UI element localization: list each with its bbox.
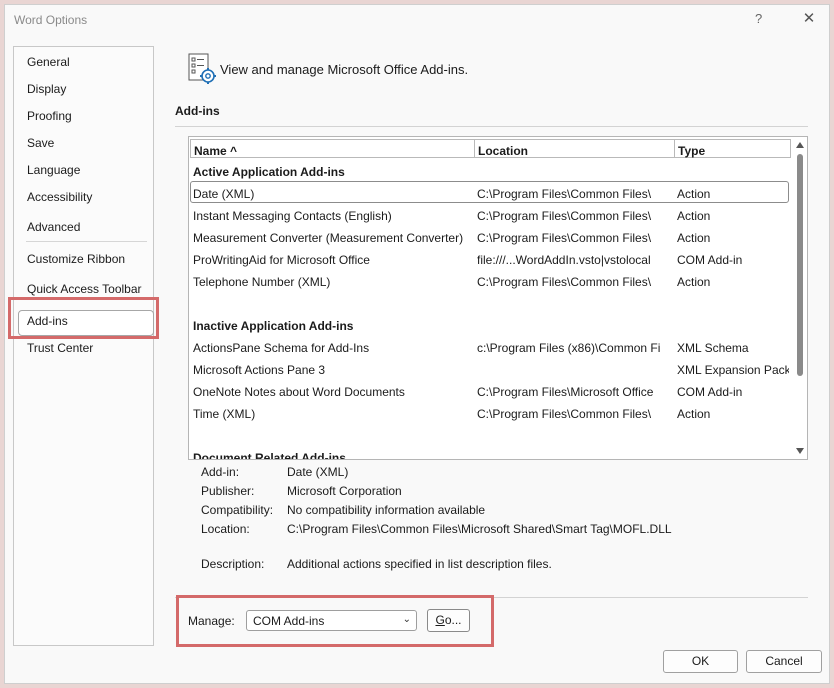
cell-type: XML Schema bbox=[677, 341, 749, 355]
nav-item-advanced[interactable]: Advanced bbox=[27, 220, 80, 234]
cell-type: Action bbox=[677, 407, 711, 421]
nav-item-proofing[interactable]: Proofing bbox=[27, 109, 72, 123]
cell-location: C:\Program Files\Microsoft Office bbox=[477, 385, 654, 399]
cell-name: Time (XML) bbox=[193, 407, 256, 421]
cell-location: C:\Program Files\Common Files\ bbox=[477, 187, 652, 201]
ok-button[interactable]: OK bbox=[663, 650, 738, 673]
nav-item-trust-center[interactable]: Trust Center bbox=[27, 341, 93, 355]
addins-gear-icon bbox=[188, 53, 218, 85]
nav-item-customize-ribbon[interactable]: Customize Ribbon bbox=[27, 252, 125, 266]
cell-type: Action bbox=[677, 187, 711, 201]
nav-divider bbox=[26, 241, 147, 242]
detail-value-location: C:\Program Files\Common Files\Microsoft … bbox=[287, 522, 672, 536]
group-label: Active Application Add-ins bbox=[193, 165, 345, 179]
cell-location: C:\Program Files\Common Files\ bbox=[477, 209, 652, 223]
help-icon[interactable]: ? bbox=[755, 11, 762, 26]
cell-name: Telephone Number (XML) bbox=[193, 275, 331, 289]
group-header-document: Document Related Add-ins bbox=[189, 447, 789, 460]
cell-location: C:\Program Files\Common Files\ bbox=[477, 231, 652, 245]
table-row[interactable]: Microsoft Actions Pane 3 XML Expansion P… bbox=[189, 359, 789, 379]
detail-label: Compatibility: bbox=[201, 503, 274, 517]
window-title: Word Options bbox=[14, 13, 88, 27]
scroll-down-arrow-icon[interactable] bbox=[796, 448, 804, 454]
nav-item-quick-access-toolbar[interactable]: Quick Access Toolbar bbox=[27, 282, 142, 296]
column-header-location[interactable]: Location bbox=[474, 139, 675, 158]
header-text: View and manage Microsoft Office Add-ins… bbox=[220, 62, 469, 77]
detail-value-publisher: Microsoft Corporation bbox=[287, 484, 402, 498]
section-divider bbox=[175, 126, 808, 127]
cell-type: XML Expansion Pack bbox=[677, 363, 789, 377]
nav-item-display[interactable]: Display bbox=[27, 82, 66, 96]
group-header-active: Active Application Add-ins bbox=[189, 161, 789, 181]
table-row[interactable]: Time (XML) C:\Program Files\Common Files… bbox=[189, 403, 789, 423]
detail-value-description: Additional actions specified in list des… bbox=[287, 557, 552, 571]
table-row[interactable]: ProWritingAid for Microsoft Office file:… bbox=[189, 249, 789, 269]
table-row[interactable]: Telephone Number (XML) C:\Program Files\… bbox=[189, 271, 789, 291]
cell-name: Date (XML) bbox=[193, 187, 255, 201]
cancel-button[interactable]: Cancel bbox=[746, 650, 822, 673]
detail-label: Publisher: bbox=[201, 484, 255, 498]
cell-location: c:\Program Files (x86)\Common Fi bbox=[477, 341, 661, 355]
scrollbar-thumb[interactable] bbox=[797, 154, 803, 376]
group-label: Document Related Add-ins bbox=[193, 451, 346, 460]
cell-type: Action bbox=[677, 275, 711, 289]
column-header-name[interactable]: Name ^ bbox=[190, 139, 475, 158]
group-header-inactive: Inactive Application Add-ins bbox=[189, 315, 789, 335]
manage-highlight bbox=[176, 595, 494, 647]
detail-value-addin: Date (XML) bbox=[287, 465, 349, 479]
add-ins-highlight bbox=[8, 297, 159, 339]
cell-name: Instant Messaging Contacts (English) bbox=[193, 209, 392, 223]
section-title: Add-ins bbox=[175, 104, 220, 118]
word-options-dialog: Word Options ? ✕ General Display Proofin… bbox=[4, 4, 830, 684]
table-row[interactable]: Date (XML) C:\Program Files\Common Files… bbox=[189, 183, 789, 203]
cell-location: C:\Program Files\Common Files\ bbox=[477, 407, 652, 421]
cell-name: ProWritingAid for Microsoft Office bbox=[193, 253, 370, 267]
table-row[interactable]: Measurement Converter (Measurement Conve… bbox=[189, 227, 789, 247]
options-nav: General Display Proofing Save Language A… bbox=[13, 46, 154, 646]
cell-type: COM Add-in bbox=[677, 385, 743, 399]
cell-type: Action bbox=[677, 209, 711, 223]
detail-label: Description: bbox=[201, 557, 265, 571]
table-row[interactable]: ActionsPane Schema for Add-Ins c:\Progra… bbox=[189, 337, 789, 357]
group-label: Inactive Application Add-ins bbox=[193, 319, 354, 333]
cell-type: Action bbox=[677, 231, 711, 245]
cell-name: OneNote Notes about Word Documents bbox=[193, 385, 405, 399]
detail-value-compatibility: No compatibility information available bbox=[287, 503, 486, 517]
cell-name: Measurement Converter (Measurement Conve… bbox=[193, 231, 464, 245]
nav-item-language[interactable]: Language bbox=[27, 163, 80, 177]
nav-item-general[interactable]: General bbox=[27, 55, 70, 69]
detail-label: Location: bbox=[201, 522, 250, 536]
close-icon[interactable]: ✕ bbox=[799, 9, 819, 29]
nav-item-accessibility[interactable]: Accessibility bbox=[27, 190, 92, 204]
cell-location: file:///...WordAddIn.vsto|vstolocal bbox=[477, 253, 651, 267]
table-row[interactable]: OneNote Notes about Word Documents C:\Pr… bbox=[189, 381, 789, 401]
list-scrollbar[interactable] bbox=[793, 137, 807, 459]
addins-list[interactable]: Name ^ Location Type Active Application … bbox=[188, 136, 808, 460]
cell-type: COM Add-in bbox=[677, 253, 743, 267]
scroll-up-arrow-icon[interactable] bbox=[796, 142, 804, 148]
table-row[interactable]: Instant Messaging Contacts (English) C:\… bbox=[189, 205, 789, 225]
nav-item-save[interactable]: Save bbox=[27, 136, 54, 150]
column-header-type[interactable]: Type bbox=[674, 139, 791, 158]
cell-name: ActionsPane Schema for Add-Ins bbox=[193, 341, 370, 355]
cell-name: Microsoft Actions Pane 3 bbox=[193, 363, 326, 377]
detail-label: Add-in: bbox=[201, 465, 240, 479]
cell-location: C:\Program Files\Common Files\ bbox=[477, 275, 652, 289]
